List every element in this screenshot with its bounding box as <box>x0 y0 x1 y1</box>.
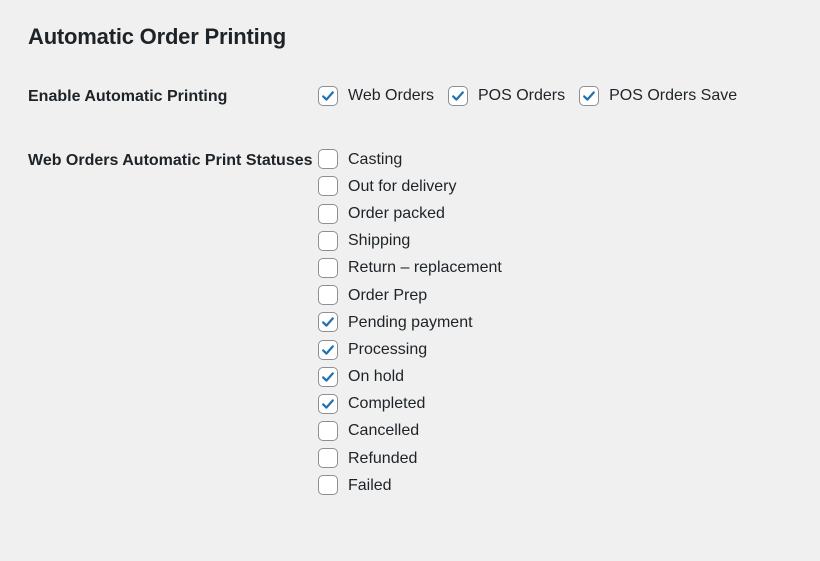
checkbox[interactable] <box>318 340 338 360</box>
checkbox[interactable] <box>318 149 338 169</box>
checkbox-label: On hold <box>348 365 404 388</box>
checkbox[interactable] <box>318 204 338 224</box>
checkbox[interactable] <box>579 86 599 106</box>
checkbox-label: POS Orders <box>478 84 565 107</box>
check-icon <box>581 88 597 104</box>
checkbox-label: Out for delivery <box>348 175 456 198</box>
checkbox-label: Refunded <box>348 447 417 470</box>
checkbox[interactable] <box>318 448 338 468</box>
fields.statuses-option[interactable]: Shipping <box>318 229 792 252</box>
fields.enable-option[interactable]: Web Orders <box>318 84 434 107</box>
fields.statuses-option[interactable]: Refunded <box>318 447 792 470</box>
print-statuses-label: Web Orders Automatic Print Statuses <box>28 148 318 172</box>
fields.statuses-option[interactable]: Processing <box>318 338 792 361</box>
enable-automatic-printing-options: Web Orders POS Orders POS Orders Save <box>318 84 792 107</box>
checkbox-label: Pending payment <box>348 311 473 334</box>
checkbox-label: Cancelled <box>348 419 419 442</box>
fields.statuses-option[interactable]: Completed <box>318 392 792 415</box>
checkbox-label: Order packed <box>348 202 445 225</box>
fields.statuses-option[interactable]: Order Prep <box>318 284 792 307</box>
checkbox[interactable] <box>448 86 468 106</box>
checkbox[interactable] <box>318 421 338 441</box>
check-icon <box>320 369 336 385</box>
enable-automatic-printing-label: Enable Automatic Printing <box>28 84 318 108</box>
checkbox[interactable] <box>318 86 338 106</box>
checkbox-label: Order Prep <box>348 284 427 307</box>
fields.statuses-option[interactable]: Failed <box>318 474 792 497</box>
check-icon <box>320 342 336 358</box>
print-statuses-row: Web Orders Automatic Print Statuses Cast… <box>28 148 792 497</box>
checkbox[interactable] <box>318 367 338 387</box>
fields.statuses-option[interactable]: Pending payment <box>318 311 792 334</box>
checkbox-label: Completed <box>348 392 425 415</box>
checkbox[interactable] <box>318 258 338 278</box>
checkbox-label: Shipping <box>348 229 410 252</box>
fields.enable-option[interactable]: POS Orders <box>448 84 565 107</box>
print-statuses-options: Casting Out for delivery Order packed Shipp… <box>318 148 792 497</box>
fields.statuses-option[interactable]: Order packed <box>318 202 792 225</box>
checkbox[interactable] <box>318 312 338 332</box>
checkbox-label: Processing <box>348 338 427 361</box>
checkbox[interactable] <box>318 231 338 251</box>
checkbox-label: Web Orders <box>348 84 434 107</box>
fields.statuses-option[interactable]: Casting <box>318 148 792 171</box>
enable-automatic-printing-row: Enable Automatic Printing Web Orders POS … <box>28 84 792 108</box>
checkbox[interactable] <box>318 285 338 305</box>
checkbox-label: POS Orders Save <box>609 84 737 107</box>
checkbox-label: Failed <box>348 474 392 497</box>
fields.statuses-option[interactable]: On hold <box>318 365 792 388</box>
checkbox[interactable] <box>318 176 338 196</box>
check-icon <box>450 88 466 104</box>
fields.statuses-option[interactable]: Out for delivery <box>318 175 792 198</box>
checkbox[interactable] <box>318 475 338 495</box>
fields.statuses-option[interactable]: Cancelled <box>318 419 792 442</box>
fields.enable-option[interactable]: POS Orders Save <box>579 84 737 107</box>
check-icon <box>320 88 336 104</box>
fields.statuses-option[interactable]: Return – replacement <box>318 256 792 279</box>
section-title: Automatic Order Printing <box>28 24 792 50</box>
check-icon <box>320 396 336 412</box>
checkbox-label: Return – replacement <box>348 256 502 279</box>
checkbox-label: Casting <box>348 148 402 171</box>
checkbox[interactable] <box>318 394 338 414</box>
check-icon <box>320 314 336 330</box>
